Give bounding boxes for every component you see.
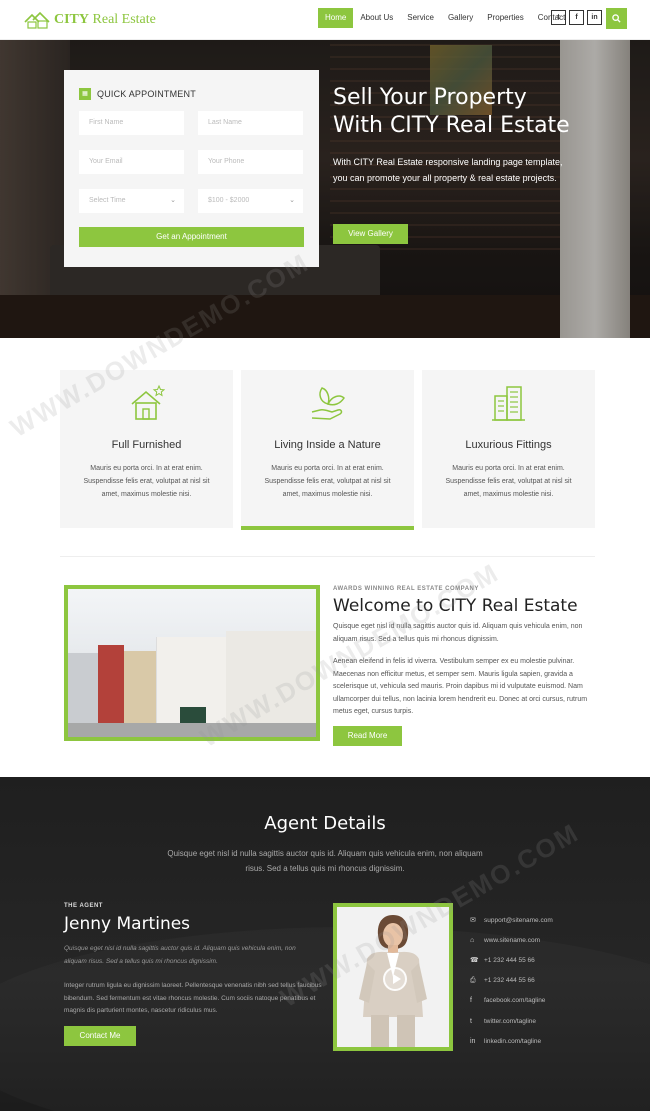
agent-section-title: Agent Details xyxy=(264,813,386,834)
contact-text: linkedin.com/tagline xyxy=(484,1037,542,1045)
last-name-field[interactable]: Last Name xyxy=(198,111,303,135)
agent-section-subtitle: Quisque eget nisl id nulla sagittis auct… xyxy=(167,849,483,873)
contact-twitter[interactable]: t twitter.com/tagline xyxy=(470,1011,553,1031)
contact-me-button[interactable]: Contact Me xyxy=(64,1026,136,1046)
nav-service[interactable]: Service xyxy=(400,8,441,28)
home-icon: ⌂ xyxy=(470,936,475,944)
contact-text: support@sitename.com xyxy=(484,916,553,924)
feature-text: Mauris eu porta orci. In at erat enim. S… xyxy=(264,465,391,498)
twitter-icon[interactable]: t xyxy=(551,10,566,25)
search-button[interactable] xyxy=(606,8,627,29)
budget-select-value: $100 - $2000 xyxy=(208,197,250,204)
linkedin-icon[interactable]: in xyxy=(587,10,602,25)
feature-card[interactable]: Living Inside a Nature Mauris eu porta o… xyxy=(241,370,414,530)
calendar-icon: ▦ xyxy=(79,88,91,100)
logo-city: CITY xyxy=(54,12,90,27)
contact-website[interactable]: ⌂ www.sitename.com xyxy=(470,930,553,950)
time-select[interactable]: Select Time ⌄ xyxy=(79,189,184,213)
logo-mark-icon xyxy=(24,10,50,30)
agent-contact-list: ✉ support@sitename.com ⌂ www.sitename.co… xyxy=(470,910,553,1051)
nav-about-us[interactable]: About Us xyxy=(353,8,400,28)
welcome-title: Welcome to CITY Real Estate xyxy=(333,596,578,616)
nav-gallery[interactable]: Gallery xyxy=(441,8,480,28)
agent-section: Agent Details Quisque eget nisl id nulla… xyxy=(0,777,650,1111)
play-icon[interactable] xyxy=(383,967,407,991)
twitter-icon: t xyxy=(470,1017,472,1025)
hero-title: Sell Your Property With CITY Real Estate xyxy=(333,84,593,140)
contact-text: +1 232 444 55 66 xyxy=(484,977,535,985)
chevron-down-icon: ⌄ xyxy=(289,197,295,204)
contact-facebook[interactable]: f facebook.com/tagline xyxy=(470,991,553,1011)
building xyxy=(124,651,156,723)
facebook-icon[interactable]: f xyxy=(569,10,584,25)
agent-label: THE AGENT xyxy=(64,903,103,909)
hero-title-line2: With CITY Real Estate xyxy=(333,113,570,138)
contact-linkedin[interactable]: in linkedin.com/tagline xyxy=(470,1031,553,1051)
phone-field[interactable]: Your Phone xyxy=(198,150,303,174)
feature-title: Full Furnished xyxy=(111,439,182,451)
agent-photo[interactable] xyxy=(333,903,453,1051)
buildings-icon xyxy=(492,386,525,421)
agent-paragraph: Integer rutrum ligula eu dignissim laore… xyxy=(64,982,322,1014)
appointment-form: ▦ QUICK APPOINTMENT First Name Last Name… xyxy=(64,70,319,267)
feature-title: Living Inside a Nature xyxy=(274,439,381,451)
welcome-paragraph-2: Aenean eleifend in felis id viverra. Ves… xyxy=(333,658,588,715)
contact-text: +1 232 444 55 66 xyxy=(484,956,535,964)
contact-text: facebook.com/tagline xyxy=(484,997,546,1005)
phone-icon: ☎ xyxy=(470,957,479,965)
main-nav: Home About Us Service Gallery Properties… xyxy=(318,8,572,28)
welcome-image xyxy=(64,585,320,741)
contact-fax[interactable]: ⎙ +1 232 444 55 66 xyxy=(470,971,553,991)
logo[interactable]: CITY Real Estate xyxy=(24,8,156,32)
email-field[interactable]: Your Email xyxy=(79,150,184,174)
house-star-icon xyxy=(131,384,165,420)
welcome-paragraph-1: Quisque eget nisl id nulla sagittis auct… xyxy=(333,623,583,643)
social-links: t f in xyxy=(551,10,602,25)
appointment-header: ▦ QUICK APPOINTMENT xyxy=(79,88,196,100)
envelope-icon: ✉ xyxy=(470,917,476,925)
nav-home[interactable]: Home xyxy=(318,8,354,28)
view-gallery-button[interactable]: View Gallery xyxy=(333,224,408,244)
road xyxy=(68,723,316,737)
appointment-title: QUICK APPOINTMENT xyxy=(97,89,196,99)
agent-name: Jenny Martines xyxy=(64,914,191,934)
hero-description: With CITY Real Estate responsive landing… xyxy=(333,157,563,183)
logo-text: CITY Real Estate xyxy=(54,12,156,28)
welcome-subtitle: AWARDS WINNING REAL ESTATE COMPANY xyxy=(333,586,479,592)
first-name-field[interactable]: First Name xyxy=(79,111,184,135)
hero-section: ▦ QUICK APPOINTMENT First Name Last Name… xyxy=(0,40,650,338)
search-icon xyxy=(612,14,621,23)
facebook-icon: f xyxy=(470,997,472,1005)
features-section: Full Furnished Mauris eu porta orci. In … xyxy=(60,370,595,530)
contact-text: twitter.com/tagline xyxy=(484,1017,537,1025)
feature-text: Mauris eu porta orci. In at erat enim. S… xyxy=(83,465,210,498)
linkedin-icon: in xyxy=(470,1037,476,1045)
read-more-button[interactable]: Read More xyxy=(333,726,402,746)
site-header: CITY Real Estate Home About Us Service G… xyxy=(0,0,650,40)
contact-email[interactable]: ✉ support@sitename.com xyxy=(470,910,553,930)
building xyxy=(98,645,124,723)
get-appointment-button[interactable]: Get an Appointment xyxy=(79,227,304,247)
agent-quote: Quisque eget nisl id nulla sagittis auct… xyxy=(64,945,296,965)
time-select-value: Select Time xyxy=(89,197,126,204)
budget-select[interactable]: $100 - $2000 ⌄ xyxy=(198,189,303,213)
feature-card[interactable]: Luxurious Fittings Mauris eu porta orci.… xyxy=(422,370,595,528)
feature-card[interactable]: Full Furnished Mauris eu porta orci. In … xyxy=(60,370,233,528)
logo-real-estate: Real Estate xyxy=(92,12,156,27)
feature-text: Mauris eu porta orci. In at erat enim. S… xyxy=(445,465,572,498)
hero-title-line1: Sell Your Property xyxy=(333,85,527,110)
chevron-down-icon: ⌄ xyxy=(170,197,176,204)
truck xyxy=(180,707,206,723)
building xyxy=(226,631,316,723)
feature-title: Luxurious Fittings xyxy=(465,439,552,451)
fax-icon: ⎙ xyxy=(470,976,476,984)
section-divider xyxy=(60,556,595,557)
hand-leaf-icon xyxy=(311,387,345,420)
nav-properties[interactable]: Properties xyxy=(480,8,530,28)
contact-phone[interactable]: ☎ +1 232 444 55 66 xyxy=(470,950,553,970)
contact-text: www.sitename.com xyxy=(484,936,540,944)
